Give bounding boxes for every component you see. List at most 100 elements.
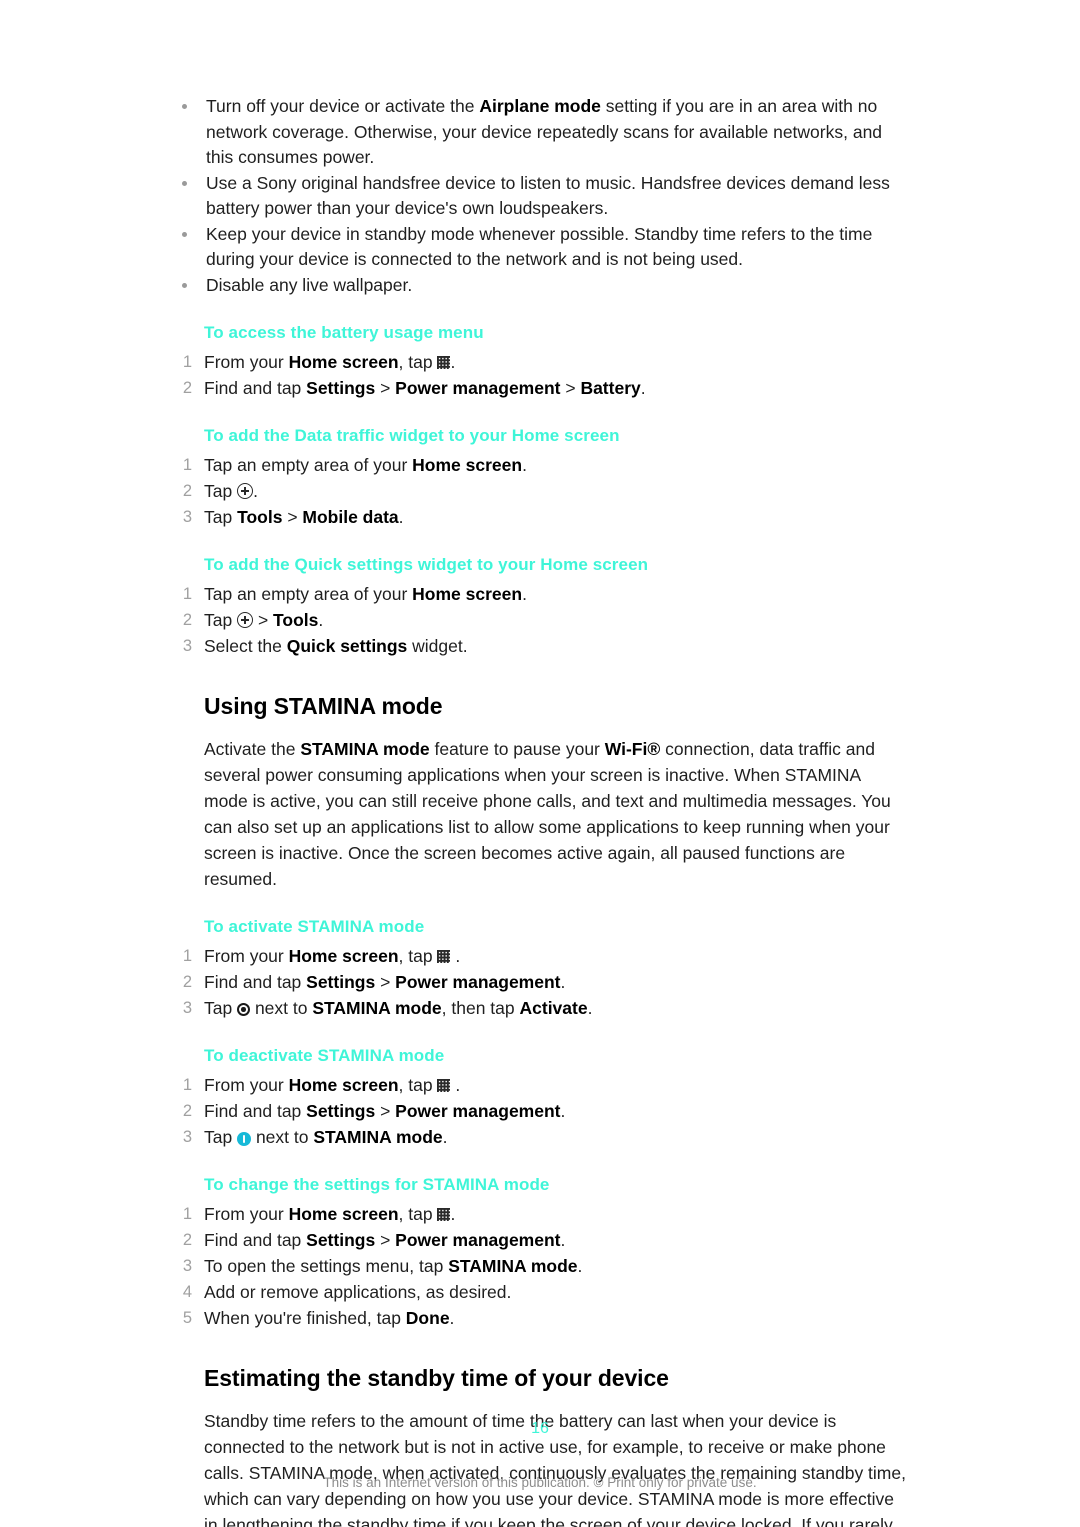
step-number: 3 <box>182 1257 192 1275</box>
procedure-heading-activate-stamina-mode: To activate STAMINA mode <box>204 917 425 936</box>
step-number: 1 <box>182 353 192 371</box>
body-text: , tap <box>398 352 438 372</box>
body-text: From your <box>204 352 289 372</box>
step-number: 2 <box>182 1102 192 1120</box>
step-number: 2 <box>182 611 192 629</box>
procedure-step: 1 From your Home screen, tap . <box>176 1072 906 1098</box>
body-text: Tap <box>204 1127 238 1147</box>
procedure-heading-change-stamina-settings: To change the settings for STAMINA mode <box>204 1175 550 1194</box>
step-number: 1 <box>182 585 192 603</box>
procedure-step: 1 From your Home screen, tap . <box>176 1201 906 1227</box>
emphasis-text: STAMINA mode <box>313 1127 443 1147</box>
emphasis-text: Wi-Fi® <box>604 739 661 759</box>
emphasis-text: Tools <box>273 610 319 630</box>
procedure-step: 3 Tap next to STAMINA mode. <box>176 1124 906 1150</box>
emphasis-text: Home screen <box>288 352 399 372</box>
emphasis-text: Power management <box>395 378 561 398</box>
step-number: 2 <box>182 482 192 500</box>
procedure-step: 2 Find and tap Settings > Power managemen… <box>176 1227 906 1253</box>
body-text: next to <box>251 1127 314 1147</box>
body-text: . <box>398 507 404 527</box>
body-text: > <box>560 378 581 398</box>
top-procedures-group: To access the battery usage menu 1 From yo… <box>176 322 906 659</box>
list-item: Keep your device in standby mode wheneve… <box>176 222 906 273</box>
body-text: Keep your device in standby mode wheneve… <box>206 223 873 270</box>
emphasis-text: Battery <box>580 378 641 398</box>
body-text: Find and tap <box>204 378 307 398</box>
body-text: Activate the <box>204 739 301 759</box>
procedure-steps-add-quick-settings-widget: 1 Tap an empty area of your Home screen. 2… <box>176 581 906 659</box>
emphasis-text: Mobile data <box>302 507 399 527</box>
procedure-step: 2 Tap . <box>176 478 906 504</box>
step-number: 3 <box>182 508 192 526</box>
emphasis-text: Settings <box>306 378 376 398</box>
app-drawer-icon <box>437 1079 451 1092</box>
procedure-steps-activate-stamina-mode: 1 From your Home screen, tap . 2 Find and t… <box>176 943 906 1021</box>
body-text: Turn off your device or activate the <box>206 96 480 116</box>
body-text: > <box>253 610 274 630</box>
power-on-toggle-icon <box>237 1132 252 1146</box>
procedure-step: 5 When you're finished, tap Done. <box>176 1305 906 1331</box>
body-text: From your <box>204 1204 289 1224</box>
radio-toggle-icon <box>237 1003 251 1016</box>
body-text: widget. <box>407 636 468 656</box>
procedure-step: 2 Tap > Tools. <box>176 607 906 633</box>
procedure-steps-add-data-traffic-widget: 1 Tap an empty area of your Home screen. 2… <box>176 452 906 530</box>
body-text: . <box>450 352 456 372</box>
step-number: 4 <box>182 1283 192 1301</box>
body-text: . <box>577 1256 583 1276</box>
body-text: Tap <box>204 610 238 630</box>
body-text: Use a Sony original handsfree device to … <box>206 172 890 219</box>
body-text: feature to pause your <box>429 739 605 759</box>
procedure-heading-add-quick-settings-widget: To add the Quick settings widget to your… <box>204 555 649 574</box>
step-number: 3 <box>182 637 192 655</box>
battery-tips-list: Turn off your device or activate the Air… <box>176 94 906 298</box>
body-text: next to <box>250 998 313 1018</box>
emphasis-text: Quick settings <box>286 636 408 656</box>
step-number: 3 <box>182 999 192 1017</box>
list-item: Disable any live wallpaper. <box>176 273 906 299</box>
body-text: . <box>587 998 593 1018</box>
emphasis-text: Tools <box>237 507 283 527</box>
body-text: . <box>318 610 324 630</box>
body-text: . <box>560 1230 566 1250</box>
emphasis-text: Done <box>405 1308 450 1328</box>
procedure-step: 2 Find and tap Settings > Power managemen… <box>176 375 906 401</box>
emphasis-text: Power management <box>395 1101 561 1121</box>
emphasis-text: Airplane mode <box>479 96 601 116</box>
footer-copyright-note: This is an Internet version of this publ… <box>323 1475 757 1490</box>
section-heading-using-stamina: Using STAMINA mode <box>204 693 443 719</box>
stamina-procedures-group: To activate STAMINA mode 1 From your Home … <box>176 916 906 1331</box>
emphasis-text: Activate <box>519 998 588 1018</box>
page-number: 16 <box>531 1420 549 1437</box>
procedure-step: 2 Find and tap Settings > Power managemen… <box>176 1098 906 1124</box>
emphasis-text: Settings <box>306 1230 376 1250</box>
emphasis-text: STAMINA mode <box>300 739 430 759</box>
body-text: > <box>375 972 396 992</box>
body-text: . <box>442 1127 448 1147</box>
procedure-step: 1 From your Home screen, tap . <box>176 349 906 375</box>
step-number: 2 <box>182 973 192 991</box>
body-text: . <box>253 481 258 501</box>
list-item: Turn off your device or activate the Air… <box>176 94 906 171</box>
procedure-step: 2 Find and tap Settings > Power managemen… <box>176 969 906 995</box>
emphasis-text: Power management <box>395 972 561 992</box>
step-number: 1 <box>182 947 192 965</box>
body-text: When you're finished, tap <box>204 1308 406 1328</box>
list-item: Use a Sony original handsfree device to … <box>176 171 906 222</box>
stamina-intro-paragraph: Activate the STAMINA mode feature to pau… <box>204 736 906 892</box>
body-text: , tap <box>398 1075 438 1095</box>
body-text: > <box>375 378 396 398</box>
body-text: Find and tap <box>204 972 307 992</box>
emphasis-text: Home screen <box>288 946 399 966</box>
body-text: . <box>560 972 566 992</box>
procedure-step: 1 Tap an empty area of your Home screen. <box>176 581 906 607</box>
body-text: > <box>282 507 303 527</box>
body-text: Find and tap <box>204 1230 307 1250</box>
emphasis-text: Home screen <box>288 1204 399 1224</box>
body-text: From your <box>204 1075 289 1095</box>
procedure-step: 4 Add or remove applications, as desired. <box>176 1279 906 1305</box>
body-text: Find and tap <box>204 1101 307 1121</box>
body-text: . <box>560 1101 566 1121</box>
procedure-heading-deactivate-stamina-mode: To deactivate STAMINA mode <box>204 1046 445 1065</box>
